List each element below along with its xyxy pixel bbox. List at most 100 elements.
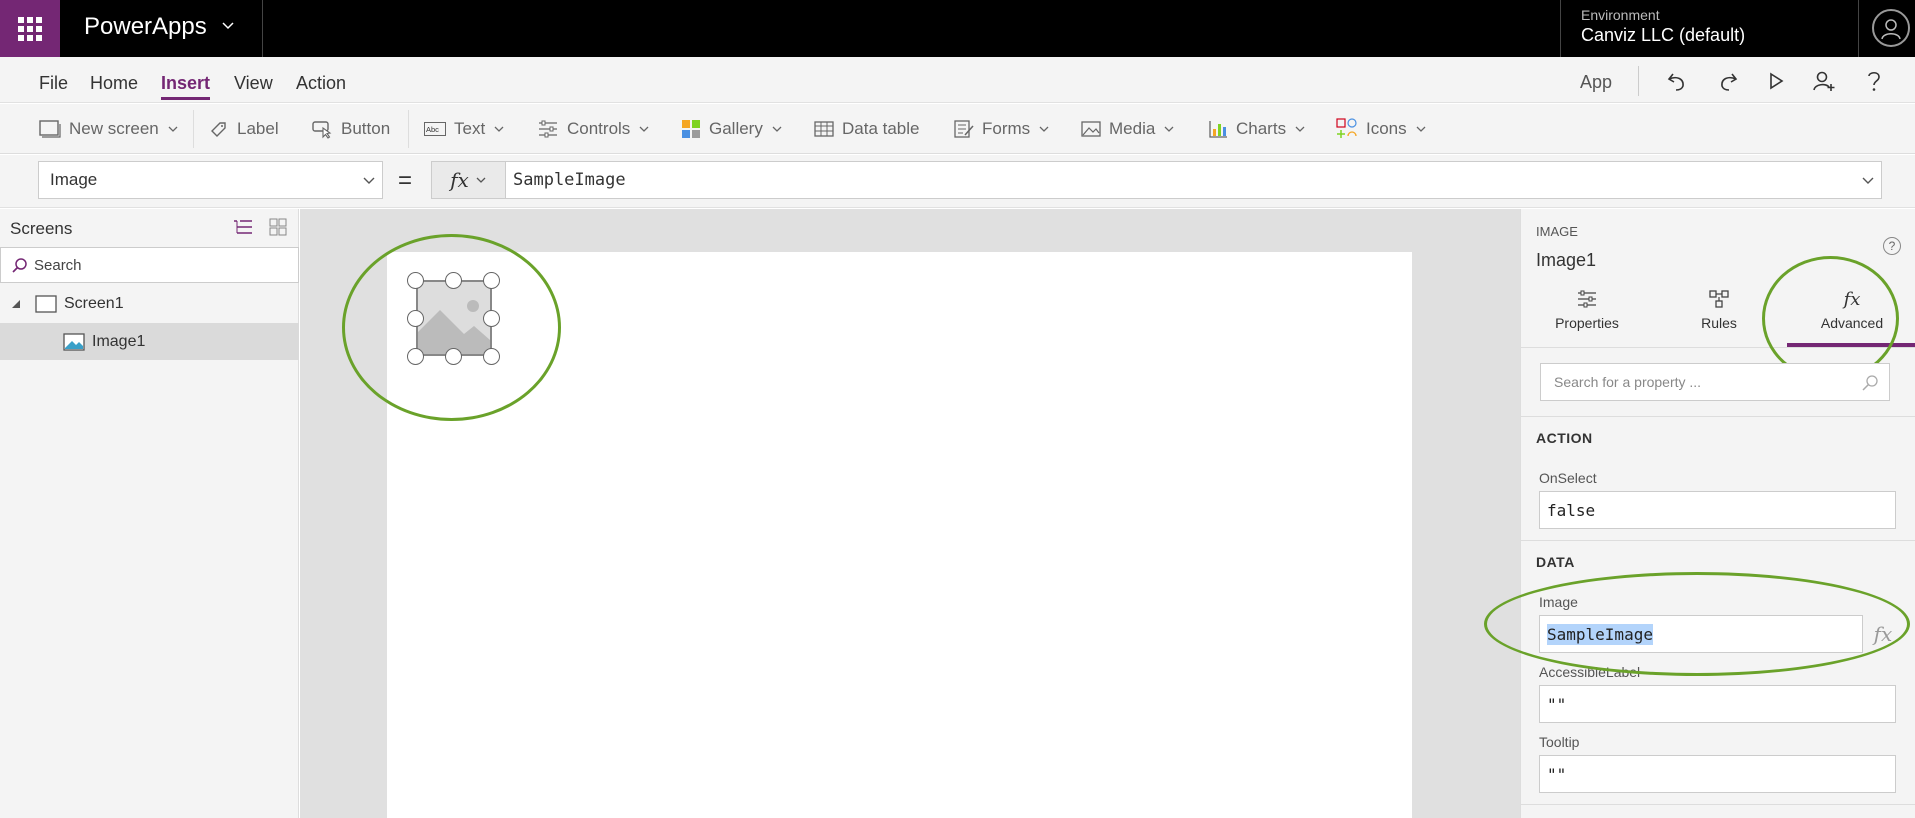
forms-icon [954,120,974,138]
field-label-tooltip: Tooltip [1539,734,1580,750]
fx-icon: fx [450,168,469,192]
image-icon [63,332,85,351]
new-screen-label: New screen [69,119,159,138]
app-settings-link[interactable]: App [1580,72,1612,93]
chevron-down-icon [1416,126,1426,132]
chevron-down-icon [476,177,486,183]
svg-text:Abc: Abc [426,125,439,134]
controls-dropdown-label: Controls [567,119,631,138]
play-icon[interactable] [1763,68,1789,94]
menu-file[interactable]: File [39,73,68,94]
search-placeholder: Search [34,256,82,274]
help-icon[interactable] [1861,68,1887,94]
tooltip-formula-input[interactable]: "" [1539,755,1896,793]
media-icon [1081,121,1101,137]
media-dropdown-label: Media [1109,119,1156,138]
tab-rules[interactable]: Rules [1659,289,1779,349]
insert-label-button[interactable]: Label [209,117,279,141]
screens-search-input[interactable]: Search [0,247,299,283]
section-action-heading: ACTION [1536,430,1593,446]
insert-text-dropdown[interactable]: Abc Text [424,117,505,141]
property-dropdown-value: Image [50,170,98,189]
collapse-triangle-icon[interactable] [11,299,21,309]
formula-bar: Image = fx SampleImage [0,155,1915,208]
tab-label: Rules [1701,315,1737,331]
divider [1521,416,1915,417]
properties-icon [1578,290,1596,308]
chevron-down-icon [1164,126,1174,132]
chevron-down-icon [363,177,375,184]
section-data-heading: DATA [1536,554,1575,570]
divider [193,110,194,148]
divider [1521,804,1915,805]
label-button-label: Label [237,119,279,138]
onselect-formula-input[interactable]: false [1539,491,1896,529]
insert-gallery-dropdown[interactable]: Gallery [681,117,783,141]
accessiblelabel-formula-input[interactable]: "" [1539,685,1896,723]
divider [1638,66,1639,96]
tree-item-screen1[interactable]: Screen1 [0,285,299,322]
redo-icon[interactable] [1714,68,1740,94]
screen-icon [35,294,57,313]
field-value: "" [1547,694,1567,714]
field-value: "" [1547,764,1567,784]
chevron-down-icon[interactable] [220,18,236,34]
fx-function-button[interactable]: fx [431,161,506,199]
menu-bar: File Home Insert View Action App [0,57,1915,103]
expand-formula-chevron-icon[interactable] [1861,174,1875,188]
insert-ribbon: New screen Label Button Abc Text Control… [0,104,1915,154]
property-search-placeholder: Search for a property ... [1554,374,1702,390]
tree-item-image1[interactable]: Image1 [0,323,299,360]
undo-icon[interactable] [1665,68,1691,94]
icons-icon [1336,118,1357,138]
thumbnail-view-icon[interactable] [268,217,288,237]
search-icon [1862,375,1878,391]
insert-forms-dropdown[interactable]: Forms [954,117,1050,141]
chevron-down-icon [168,126,178,132]
insert-icons-dropdown[interactable]: Icons [1336,117,1427,141]
field-value: false [1547,500,1596,520]
formula-text: SampleImage [513,170,626,190]
app-title[interactable]: PowerApps [84,13,207,41]
app-launcher-icon[interactable] [0,0,60,57]
insert-controls-dropdown[interactable]: Controls [537,117,650,141]
gallery-icon [682,120,700,138]
top-bar: PowerApps Environment Canviz LLC (defaul… [0,0,1915,57]
divider [408,110,409,148]
control-name[interactable]: Image1 [1536,250,1596,271]
menu-action[interactable]: Action [296,73,346,94]
tab-label: Properties [1555,315,1619,331]
chevron-down-icon [1039,126,1049,132]
chevron-down-icon [494,126,504,132]
divider [1521,540,1915,541]
icons-dropdown-label: Icons [1366,119,1407,138]
properties-panel: IMAGE Image1 ? Properties Rules fx Advan… [1484,209,1915,818]
user-icon [1881,19,1901,40]
button-button-label: Button [341,119,391,138]
menu-home[interactable]: Home [90,73,138,94]
environment-selector[interactable]: Canviz LLC (default) [1581,25,1745,46]
insert-media-dropdown[interactable]: Media [1081,117,1175,141]
insert-button-button[interactable]: Button [311,117,390,141]
equals-sign: = [398,167,413,194]
avatar[interactable] [1872,9,1910,47]
chevron-down-icon [772,126,782,132]
new-screen-button[interactable]: New screen [39,117,179,141]
tree-item-label: Screen1 [64,294,124,312]
screens-panel: Screens Search Screen1 Image1 [0,209,299,818]
screens-title: Screens [10,219,73,238]
charts-dropdown-label: Charts [1236,119,1287,138]
insert-data-table-button[interactable]: Data table [814,117,920,141]
tree-view-icon[interactable] [232,217,254,237]
formula-input[interactable]: SampleImage [505,161,1882,199]
property-search-input[interactable]: Search for a property ... [1540,363,1890,401]
property-dropdown[interactable]: Image [38,161,383,199]
share-user-icon[interactable] [1811,68,1837,94]
menu-insert[interactable]: Insert [161,73,210,94]
insert-charts-dropdown[interactable]: Charts [1208,117,1306,141]
tree-item-label: Image1 [92,332,146,350]
tab-properties[interactable]: Properties [1527,289,1647,349]
menu-view[interactable]: View [234,73,273,94]
help-icon[interactable]: ? [1883,237,1901,255]
gallery-dropdown-label: Gallery [709,119,763,138]
